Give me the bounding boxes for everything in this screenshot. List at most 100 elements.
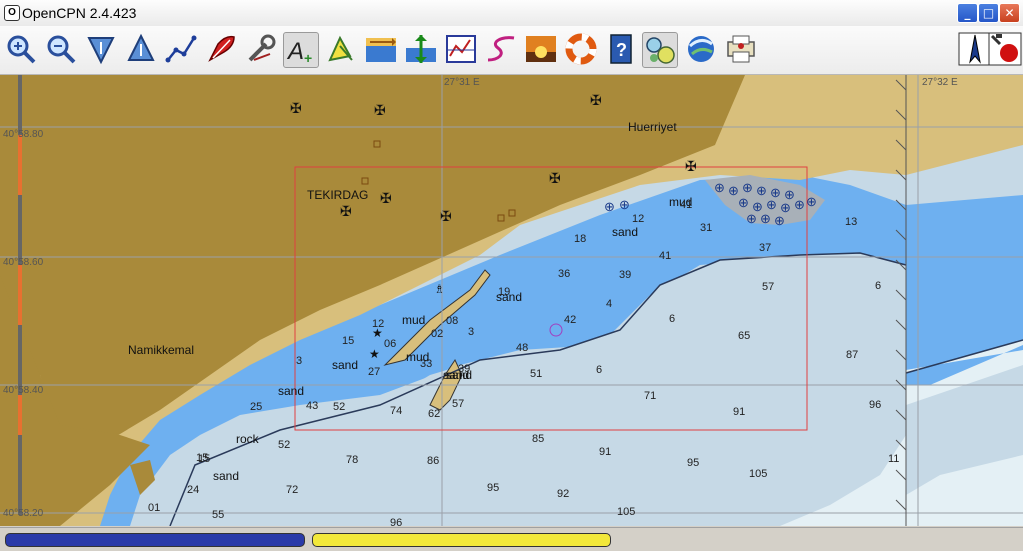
lon-label: 27°32 E <box>922 77 958 88</box>
sunset-button[interactable] <box>524 32 558 66</box>
route-button[interactable] <box>164 32 198 66</box>
help-button[interactable]: ? <box>604 32 638 66</box>
settings-button[interactable] <box>244 32 278 66</box>
sounding: 41 <box>680 199 692 211</box>
sounding: 39 <box>458 363 470 375</box>
svg-text:⊕: ⊕ <box>756 183 767 198</box>
place-name[interactable]: Huerriyet <box>628 120 677 134</box>
sounding: 25 <box>250 401 262 413</box>
lat-label: 40°58.80 <box>3 129 44 140</box>
lat-label: 40°58.20 <box>3 508 44 519</box>
google-earth-icon <box>688 36 714 62</box>
sounding: 39 <box>619 269 631 281</box>
help-icon: ? <box>610 34 632 64</box>
sounding: 43 <box>306 400 318 412</box>
sounding: 91 <box>599 446 611 458</box>
place-name[interactable]: TEKIRDAG <box>307 188 368 202</box>
sounding: 02 <box>431 328 443 340</box>
lat-label: 40°58.40 <box>3 385 44 396</box>
svg-text:+: + <box>304 50 312 66</box>
sounding: 65 <box>738 330 750 342</box>
zoom-out-icon <box>47 35 76 64</box>
close-button[interactable]: ✕ <box>999 3 1020 23</box>
sounding: 01 <box>148 502 160 514</box>
ship-button[interactable] <box>204 32 238 66</box>
sounding: 72 <box>286 484 298 496</box>
track-button[interactable] <box>484 32 518 66</box>
svg-text:?: ? <box>616 40 627 60</box>
svg-text:⊕: ⊕ <box>746 211 757 226</box>
nautical-chart[interactable]: 27°31 E 27°32 E 40°58.80 40°58.60 40°58.… <box>0 75 1023 526</box>
ais-toggle-icon <box>328 35 353 62</box>
compass-button[interactable] <box>958 32 992 66</box>
ship-icon <box>208 35 235 62</box>
current-button[interactable] <box>364 32 398 66</box>
text-toggle-button[interactable]: A + <box>283 32 319 68</box>
sounding: 105 <box>617 506 635 518</box>
print-icon <box>727 35 755 63</box>
compass-icon <box>958 32 992 66</box>
gps-status-icon <box>988 32 1022 66</box>
tide-button[interactable] <box>404 32 438 66</box>
latitude-scale-mark <box>18 395 22 435</box>
ais-toggle-button[interactable] <box>324 32 358 66</box>
google-earth-button[interactable] <box>684 32 718 66</box>
text-toggle-icon: A + <box>286 38 312 66</box>
sounding: 74 <box>390 405 402 417</box>
svg-text:✠: ✠ <box>380 190 392 206</box>
svg-text:⊕: ⊕ <box>738 195 749 210</box>
sounding: 57 <box>762 281 774 293</box>
sounding: 42 <box>564 314 576 326</box>
app-icon: O <box>4 5 20 21</box>
minimize-button[interactable]: _ <box>957 3 978 23</box>
print-button[interactable] <box>724 32 758 66</box>
tide-icon <box>406 35 436 63</box>
zoom-out-button[interactable] <box>44 32 78 66</box>
window-title: OpenCPN 2.4.423 <box>22 5 137 21</box>
sounding: 6 <box>875 280 881 292</box>
settings-wrench-icon <box>248 34 276 62</box>
sounding: 91 <box>733 406 745 418</box>
sounding: 48 <box>516 342 528 354</box>
sounding: 95 <box>687 457 699 469</box>
sounding: 52 <box>278 439 290 451</box>
chart-svg[interactable]: 27°31 E 27°32 E 40°58.80 40°58.60 40°58.… <box>0 75 1023 526</box>
track-icon <box>487 36 515 62</box>
scale-up-icon <box>127 33 155 61</box>
latitude-scale-mark <box>18 265 22 325</box>
scale-down-button[interactable] <box>84 32 118 66</box>
sounding: 08 <box>446 315 458 327</box>
lifebuoy-icon <box>565 33 597 65</box>
gps-status-button[interactable] <box>988 32 1022 66</box>
chart-quilt-button[interactable] <box>642 32 678 68</box>
scale-up-button[interactable] <box>124 32 158 66</box>
chart-bar-left[interactable] <box>5 533 305 547</box>
sounding: 27 <box>368 366 380 378</box>
sounding: 57 <box>452 398 464 410</box>
sounding: 15 <box>198 453 210 465</box>
sounding: 86 <box>427 455 439 467</box>
chart-bar-right[interactable] <box>312 533 611 547</box>
sounding: 6 <box>596 364 602 376</box>
seabed-label: mud <box>402 313 425 327</box>
wreck-symbol: ★ <box>369 347 380 361</box>
svg-text:✠: ✠ <box>374 102 386 118</box>
lifebuoy-button[interactable] <box>564 32 598 66</box>
route-icon <box>165 35 197 63</box>
svg-text:A: A <box>286 38 304 65</box>
seabed-label: sand <box>612 225 638 239</box>
sounding: 12 <box>632 213 644 225</box>
zoom-in-button[interactable] <box>4 32 38 66</box>
sounding: 55 <box>212 509 224 521</box>
svg-text:⊕: ⊕ <box>774 213 785 228</box>
chart-bar-button[interactable] <box>444 32 478 66</box>
svg-text:⊕: ⊕ <box>742 180 753 195</box>
svg-text:⊕: ⊕ <box>714 180 725 195</box>
maximize-button[interactable]: □ <box>978 3 999 23</box>
title-bar: O OpenCPN 2.4.423 _ □ ✕ <box>0 0 1023 27</box>
sounding: 105 <box>749 468 767 480</box>
place-name[interactable]: Namikkemal <box>128 343 194 357</box>
status-bar <box>0 527 1023 551</box>
sounding: 06 <box>384 338 396 350</box>
sounding: 3 <box>296 355 302 367</box>
